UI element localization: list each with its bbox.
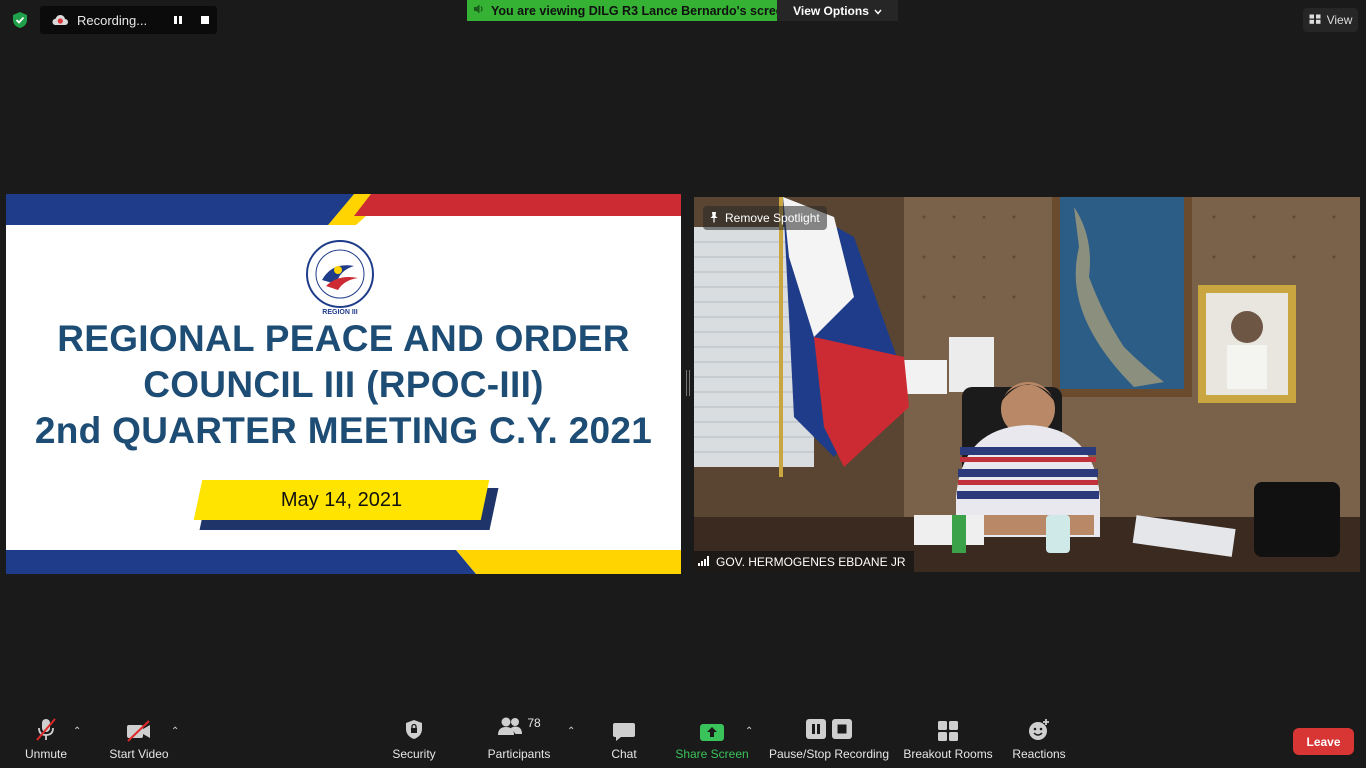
meeting-toolbar: Unmute ⌃ Start Video ⌃ Security 78 Parti… [0, 712, 1366, 768]
rpoc-logo: REGION III [302, 240, 378, 316]
view-options-label: View Options [793, 3, 869, 18]
speaker-icon [473, 2, 485, 20]
view-label: View [1326, 13, 1353, 27]
participants-button[interactable]: 78 Participants [484, 712, 554, 768]
audio-options-chevron-icon[interactable]: ⌃ [73, 726, 81, 737]
cloud-recording-icon [51, 13, 69, 27]
share-screen-button[interactable]: Share Screen [675, 712, 749, 768]
chat-bubble-icon [612, 712, 636, 742]
slide-title-line: COUNCIL III (RPOC-III) [143, 364, 544, 405]
unmute-button[interactable]: Unmute [18, 712, 74, 768]
unmute-label: Unmute [24, 747, 68, 761]
view-options-button[interactable]: View Options [777, 0, 898, 21]
video-feed-image [694, 197, 1360, 572]
encryption-shield-icon[interactable] [10, 10, 30, 30]
recording-controls-icons [806, 712, 852, 742]
breakout-rooms-button[interactable]: Breakout Rooms [902, 712, 994, 768]
remove-spotlight-label: Remove Spotlight [725, 211, 820, 225]
recording-indicator: Recording... [40, 6, 217, 34]
share-options-chevron-icon[interactable]: ⌃ [745, 726, 753, 737]
grid-view-icon [1309, 13, 1321, 27]
security-shield-icon [403, 712, 425, 742]
remove-spotlight-button[interactable]: Remove Spotlight [703, 206, 827, 230]
start-video-button[interactable]: Start Video [104, 712, 174, 768]
reactions-button[interactable]: Reactions [1010, 712, 1068, 768]
video-off-icon [125, 712, 153, 742]
breakout-rooms-icon [937, 712, 959, 742]
breakout-rooms-label: Breakout Rooms [903, 747, 993, 761]
video-options-chevron-icon[interactable]: ⌃ [171, 726, 179, 737]
participants-options-chevron-icon[interactable]: ⌃ [567, 726, 575, 737]
participants-icon [497, 715, 523, 742]
participant-video [694, 197, 1360, 572]
security-label: Security [392, 747, 436, 761]
shared-screen-slide: REGION III REGIONAL PEACE AND ORDER COUN… [6, 194, 681, 574]
slide-title-line: 2nd QUARTER MEETING C.Y. 2021 [34, 410, 653, 451]
pause-recording-icon[interactable] [171, 13, 185, 27]
start-video-label: Start Video [109, 747, 169, 761]
pause-icon [806, 718, 826, 744]
participants-label: Participants [487, 747, 551, 761]
svg-text:REGION III: REGION III [322, 309, 357, 316]
participants-count: 78 [527, 716, 541, 730]
chevron-down-icon [874, 4, 882, 18]
signal-strength-icon [698, 555, 710, 569]
reactions-label: Reactions [1012, 747, 1066, 761]
participant-name: GOV. HERMOGENES EBDANE JR [716, 554, 906, 569]
slide-title: REGIONAL PEACE AND ORDER COUNCIL III (RP… [6, 316, 681, 454]
chat-label: Chat [611, 747, 637, 761]
stop-icon [832, 718, 852, 744]
slide-title-line: REGIONAL PEACE AND ORDER [57, 318, 630, 359]
pin-icon [709, 211, 719, 226]
pause-stop-recording-label: Pause/Stop Recording [768, 747, 890, 761]
viewing-screen-text: You are viewing DILG R3 Lance Bernardo's… [491, 3, 791, 18]
recording-label: Recording... [77, 12, 148, 28]
view-layout-button[interactable]: View [1303, 8, 1358, 32]
meeting-date: May 14, 2021 [280, 488, 403, 511]
pause-stop-recording-button[interactable]: Pause/Stop Recording [768, 712, 890, 768]
reactions-smiley-icon [1027, 712, 1051, 742]
share-screen-label: Share Screen [675, 747, 749, 761]
participant-name-tag: GOV. HERMOGENES EBDANE JR [694, 551, 914, 572]
share-screen-icon [699, 712, 725, 742]
screen-share-banner: You are viewing DILG R3 Lance Bernardo's… [467, 0, 790, 21]
stop-recording-icon[interactable] [198, 13, 212, 27]
zoom-meeting-window: Recording... You are viewing DILG R3 Lan… [0, 0, 1366, 768]
security-button[interactable]: Security [388, 712, 440, 768]
leave-meeting-button[interactable]: Leave [1293, 728, 1354, 755]
muted-microphone-icon [33, 712, 59, 742]
chat-button[interactable]: Chat [604, 712, 644, 768]
split-view-divider[interactable] [686, 370, 690, 396]
participants-icon-group: 78 [497, 712, 541, 742]
